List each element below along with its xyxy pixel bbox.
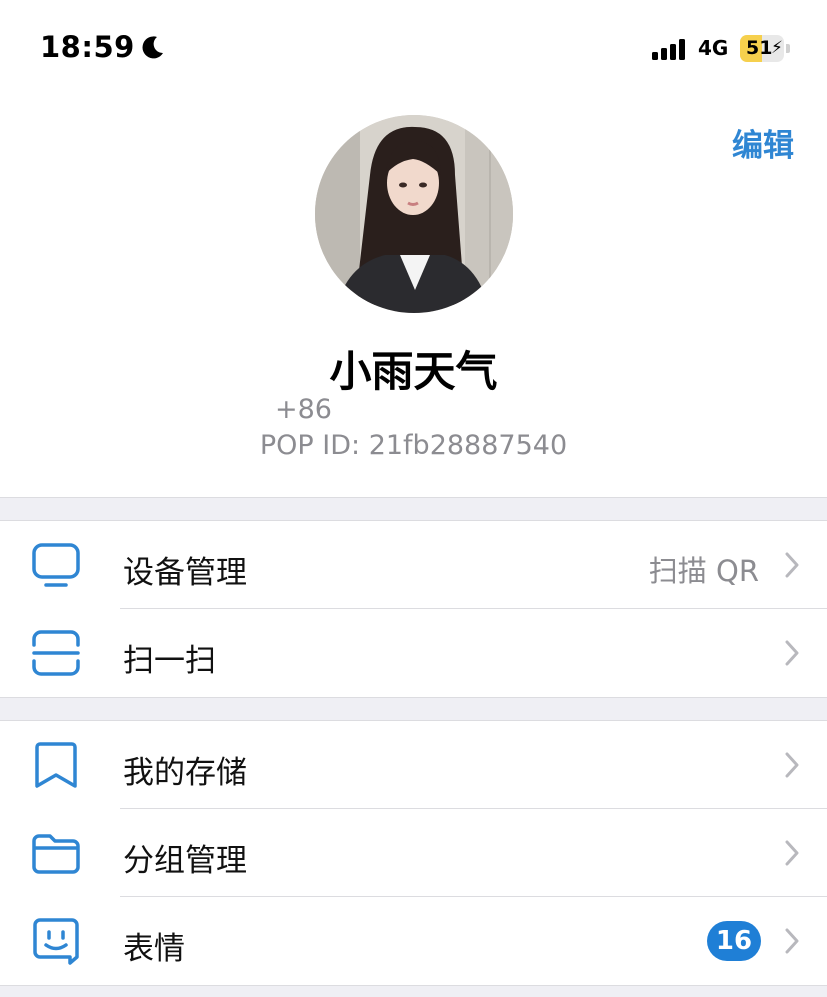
row-label: 扫一扫	[123, 643, 216, 679]
network-type: 4G	[698, 36, 729, 60]
cellular-signal-icon	[652, 38, 692, 60]
section-separator	[0, 497, 827, 521]
folder-icon	[32, 834, 80, 874]
row-device-management[interactable]: 设备管理 扫描 QR	[0, 521, 827, 609]
battery-charging-icon: 51 ⚡	[740, 35, 790, 62]
chevron-right-icon	[785, 752, 799, 778]
section-separator	[0, 697, 827, 721]
pop-id[interactable]: POP ID: 21fb28887540	[0, 430, 827, 461]
section-separator	[0, 985, 827, 997]
chevron-right-icon	[785, 928, 799, 954]
row-scan[interactable]: 扫一扫	[0, 609, 827, 697]
status-bar: 18:59 4G 51 ⚡	[0, 0, 827, 96]
row-label: 分组管理	[123, 843, 247, 879]
row-my-storage[interactable]: 我的存储	[0, 721, 827, 809]
row-group-management[interactable]: 分组管理	[0, 809, 827, 897]
sticker-count-badge: 16	[707, 921, 761, 961]
scan-qr-value: 扫描 QR	[648, 554, 759, 588]
avatar-photo	[315, 115, 513, 313]
phone-number: +86	[275, 394, 332, 425]
row-stickers[interactable]: 表情 16	[0, 897, 827, 985]
chevron-right-icon	[785, 552, 799, 578]
row-label: 表情	[123, 931, 185, 967]
row-label: 我的存储	[123, 755, 247, 791]
moon-icon	[142, 36, 163, 59]
row-label: 设备管理	[123, 555, 247, 591]
avatar[interactable]	[315, 115, 513, 313]
charging-bolt-icon: ⚡	[771, 38, 783, 58]
smiley-sticker-icon	[33, 918, 79, 965]
status-time: 18:59	[40, 30, 135, 64]
chevron-right-icon	[785, 840, 799, 866]
battery-level: 51	[746, 37, 773, 59]
edit-button[interactable]: 编辑	[732, 120, 794, 165]
scan-icon	[32, 630, 80, 676]
chevron-right-icon	[785, 640, 799, 666]
profile-name: 小雨天气	[329, 347, 498, 396]
monitor-icon	[32, 543, 80, 587]
bookmark-icon	[35, 742, 77, 788]
